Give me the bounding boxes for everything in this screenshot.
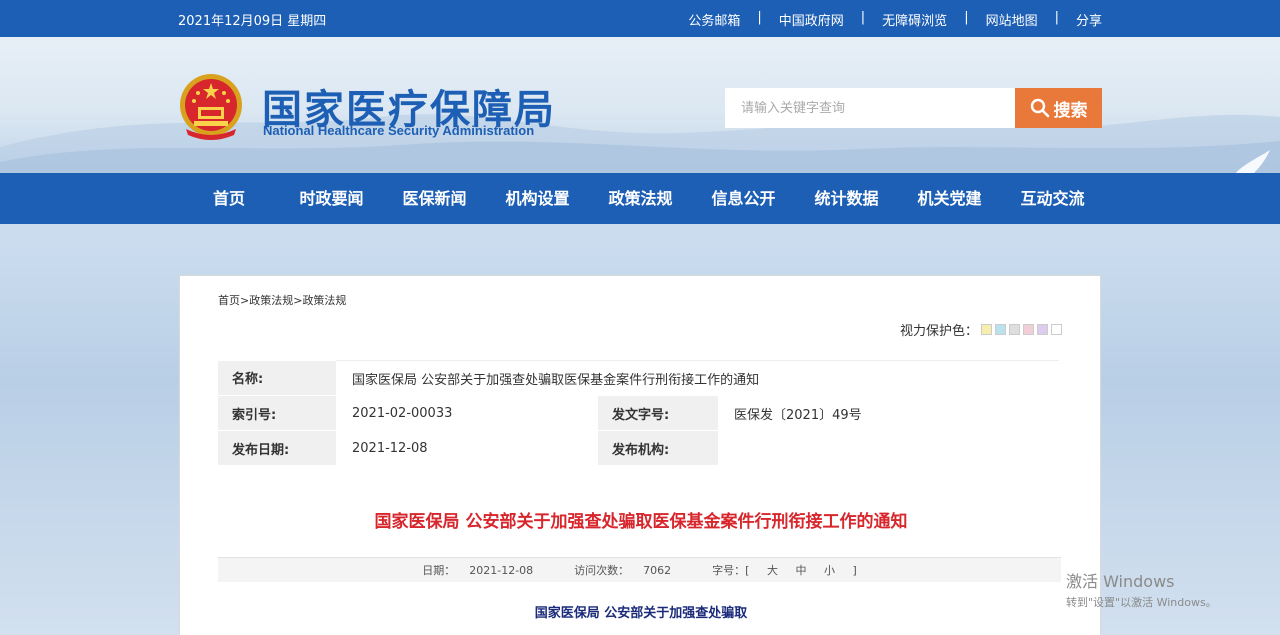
article-date-label: 日期：	[422, 564, 456, 577]
meta-org-label: 发布机构:	[598, 430, 718, 466]
dove-icon	[1235, 150, 1270, 173]
meta-date-label: 发布日期:	[218, 430, 336, 466]
national-emblem-icon	[180, 74, 242, 140]
meta-row: 发布日期: 2021-12-08 发布机构:	[218, 430, 1059, 466]
article-body-heading: 国家医保局 公安部关于加强查处骗取	[534, 606, 748, 621]
nav-item-healthcare-news[interactable]: 医保新闻	[383, 173, 486, 224]
font-size-end: ]	[852, 564, 857, 577]
main-nav: 首页 时政要闻 医保新闻 机构设置 政策法规 信息公开 统计数据 机关党建 互动…	[0, 173, 1280, 224]
top-link-accessibility[interactable]: 无障碍浏览	[882, 10, 947, 29]
separator: |	[757, 10, 762, 25]
document-meta-table: 名称: 国家医保局 公安部关于加强查处骗取医保基金案件行刑衔接工作的通知 索引号…	[218, 360, 1059, 466]
meta-row: 索引号: 2021-02-00033 发文字号: 医保发〔2021〕49号	[218, 395, 1059, 431]
breadcrumb-separator: >	[240, 294, 250, 307]
site-logo-subtitle: National Healthcare Security Administrat…	[263, 123, 535, 138]
color-swatch-blue[interactable]	[995, 324, 1006, 335]
color-swatch-gray[interactable]	[1009, 324, 1020, 335]
color-swatch-purple[interactable]	[1037, 324, 1048, 335]
nav-item-home[interactable]: 首页	[178, 173, 280, 224]
color-swatch-white[interactable]	[1051, 324, 1062, 335]
current-date: 2021年12月09日 星期四	[178, 14, 327, 29]
separator: |	[964, 10, 969, 25]
font-size-large[interactable]: 大	[767, 564, 778, 577]
meta-name-value: 国家医保局 公安部关于加强查处骗取医保基金案件行刑衔接工作的通知	[336, 360, 1059, 396]
windows-activation-watermark: 激活 Windows 转到"设置"以激活 Windows。	[1066, 568, 1217, 610]
meta-row: 名称: 国家医保局 公安部关于加强查处骗取医保基金案件行刑衔接工作的通知	[218, 360, 1059, 396]
article-info-bar: 日期： 2021-12-08 访问次数： 7062 字号：[ 大 中 小 ]	[218, 557, 1061, 582]
font-size-medium[interactable]: 中	[795, 564, 806, 577]
separator: |	[860, 10, 866, 25]
top-link-mail[interactable]: 公务邮箱	[688, 10, 740, 29]
meta-org-value	[718, 430, 1059, 466]
article-title: 国家医保局 公安部关于加强查处骗取医保基金案件行刑衔接工作的通知	[374, 512, 908, 532]
top-bar: 2021年12月09日 星期四 公务邮箱 | 中国政府网 | 无障碍浏览 | 网…	[0, 0, 1280, 37]
article-card: 首页>政策法规>政策法规 视力保护色： 名称: 国家医保局 公安部关于加强查处骗…	[179, 275, 1101, 635]
nav-item-organization[interactable]: 机构设置	[486, 173, 589, 224]
meta-doc-value: 医保发〔2021〕49号	[718, 395, 1059, 431]
top-link-gov[interactable]: 中国政府网	[779, 10, 844, 29]
search-icon	[1030, 98, 1049, 118]
eye-protection-colors: 视力保护色：	[900, 320, 1062, 339]
nav-item-interaction[interactable]: 互动交流	[1001, 173, 1104, 224]
article-date: 2021-12-08	[469, 564, 534, 577]
font-size-small[interactable]: 小	[824, 564, 835, 577]
search-input[interactable]	[725, 88, 1016, 128]
nav-item-policy[interactable]: 政策法规	[589, 173, 692, 224]
nav-item-disclosure[interactable]: 信息公开	[692, 173, 795, 224]
top-link-share[interactable]: 分享	[1076, 10, 1102, 29]
nav-item-news[interactable]: 时政要闻	[280, 173, 383, 224]
watermark-line2: 转到"设置"以激活 Windows。	[1066, 596, 1217, 609]
search-button[interactable]: 搜索	[1015, 88, 1102, 128]
watermark-line1: 激活 Windows	[1066, 572, 1175, 591]
top-link-sitemap[interactable]: 网站地图	[986, 10, 1038, 29]
meta-index-value: 2021-02-00033	[336, 395, 598, 431]
nav-item-statistics[interactable]: 统计数据	[795, 173, 898, 224]
meta-date-value: 2021-12-08	[336, 430, 598, 466]
top-links: 公务邮箱 | 中国政府网 | 无障碍浏览 | 网站地图 | 分享	[688, 10, 1102, 29]
font-size-label: 字号：[	[712, 564, 750, 577]
nav-item-party[interactable]: 机关党建	[898, 173, 1001, 224]
meta-index-label: 索引号:	[218, 395, 336, 431]
search-button-label: 搜索	[1053, 100, 1088, 121]
breadcrumb-policy-current[interactable]: 政策法规	[302, 294, 346, 307]
visit-count: 7062	[643, 564, 672, 577]
breadcrumb-home[interactable]: 首页	[218, 294, 240, 307]
color-swatch-yellow[interactable]	[981, 324, 992, 335]
breadcrumb-policy[interactable]: 政策法规	[249, 294, 293, 307]
separator: |	[1054, 10, 1059, 25]
meta-doc-label: 发文字号:	[598, 395, 718, 431]
site-header: 国家医疗保障局 National Healthcare Security Adm…	[0, 37, 1280, 173]
breadcrumb: 首页>政策法规>政策法规	[218, 292, 346, 308]
meta-name-label: 名称:	[218, 360, 336, 396]
color-swatch-pink[interactable]	[1023, 324, 1034, 335]
eye-protection-label: 视力保护色：	[899, 324, 978, 339]
visit-count-label: 访问次数：	[574, 564, 630, 577]
